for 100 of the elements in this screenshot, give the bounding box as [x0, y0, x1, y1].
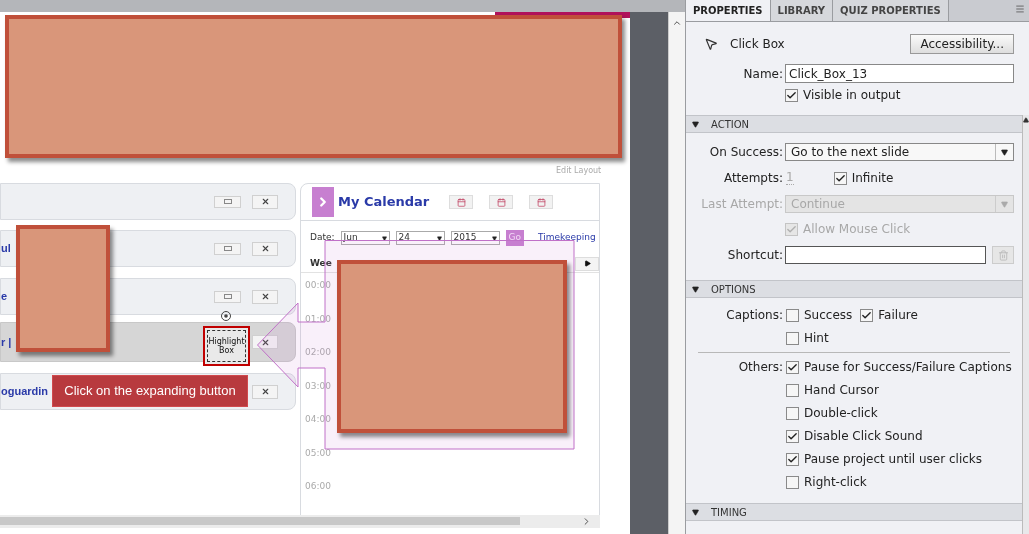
calendar-view-button[interactable] [489, 195, 514, 209]
check-icon [786, 223, 797, 235]
checkbox[interactable] [786, 429, 799, 443]
panel-tab[interactable]: QUIZ PROPERTIES [833, 0, 949, 21]
shortcut-label: Shortcut: [726, 247, 783, 264]
next-button[interactable] [575, 256, 599, 271]
checkbox[interactable] [786, 331, 799, 345]
scroll-up-icon[interactable] [1023, 117, 1029, 123]
play-arrow-icon [583, 260, 591, 267]
close-icon [260, 387, 270, 396]
trash-icon [997, 249, 1009, 261]
calendar-view-button[interactable] [529, 195, 554, 209]
checkbox[interactable] [860, 308, 874, 322]
menu-icon[interactable] [1015, 4, 1025, 14]
checkbox-label: Disable Click Sound [804, 428, 923, 445]
collapse-triangle-icon [692, 508, 699, 516]
section-title: TIMING [711, 505, 747, 520]
check-icon [787, 361, 798, 373]
time-label: 02:00 [305, 346, 332, 359]
section-header[interactable]: ACTION [686, 115, 1022, 133]
close-button[interactable] [252, 241, 278, 256]
dropdown-arrow-icon [1001, 148, 1008, 156]
collapse-triangle-icon [692, 120, 699, 128]
checkbox-label: Success [804, 307, 853, 324]
portlet-title: r | [1, 334, 12, 350]
panel-tab[interactable]: LIBRARY [770, 0, 834, 21]
captions-label: Captions: [725, 307, 783, 324]
highlight-box-label: Highlight Box [208, 337, 245, 355]
dropdown-arrow-icon [491, 235, 497, 241]
check-icon [787, 453, 798, 465]
date-select[interactable]: Jun [340, 231, 390, 245]
checkbox-label: Right-click [804, 474, 867, 491]
check-icon [861, 309, 873, 321]
checkbox[interactable] [786, 383, 799, 397]
click-box-icon [704, 37, 718, 51]
checkbox[interactable] [833, 171, 847, 185]
on-success-label: On Success: [708, 144, 783, 161]
caption-text: Click on the expanding button [64, 382, 236, 401]
date-label: Date: [310, 231, 335, 245]
close-button[interactable] [252, 289, 278, 304]
calendar-title: My Calendar [338, 193, 430, 212]
portlet-title: oguardin [1, 384, 49, 400]
section-header[interactable]: OPTIONS [686, 280, 1022, 298]
accessibility-button[interactable]: Accessibility... [910, 34, 1014, 54]
vertical-scrollbar[interactable] [1022, 115, 1029, 534]
checkbox[interactable] [786, 308, 799, 322]
checkbox-label: Pause for Success/Failure Captions [804, 359, 1012, 376]
checkbox-label: Infinite [851, 170, 894, 187]
section-title: ACTION [711, 117, 750, 132]
checkbox-label: Pause project until user clicks [804, 451, 983, 468]
section-header[interactable]: TIMING [686, 503, 1022, 521]
checkbox-label: Allow Mouse Click [803, 221, 911, 238]
window-icon [223, 294, 232, 299]
others-label: Others: [737, 359, 783, 376]
shortcut-field[interactable] [785, 246, 986, 264]
checkbox[interactable] [786, 406, 799, 420]
close-icon [260, 292, 270, 301]
checkbox-label: Hint [804, 330, 829, 347]
week-label: Wee [310, 256, 332, 270]
expand-chevron-button[interactable] [312, 187, 334, 217]
close-icon [260, 244, 270, 253]
close-button[interactable] [252, 335, 278, 349]
checkbox[interactable] [785, 88, 798, 102]
close-icon [260, 337, 270, 347]
minimize-button[interactable] [214, 195, 241, 208]
stage-scrollbar[interactable] [668, 12, 685, 534]
checkbox[interactable] [786, 475, 799, 489]
portlet-title: e [1, 289, 8, 305]
calendar-view-button[interactable] [449, 195, 474, 209]
checkbox-label: Failure [878, 307, 918, 324]
date-select[interactable]: 24 [395, 231, 445, 245]
close-button[interactable] [252, 384, 278, 399]
calendar-icon [456, 197, 466, 207]
name-label: Name: [742, 65, 783, 83]
timekeeping-link[interactable]: Timekeeping [538, 231, 596, 245]
minimize-button[interactable] [214, 290, 241, 303]
section-title: OPTIONS [711, 282, 756, 297]
name-field[interactable]: Click_Box_13 [785, 64, 1014, 83]
highlight-box[interactable]: Highlight Box [203, 326, 250, 366]
on-success-dropdown[interactable]: Go to the next slide [785, 143, 1014, 161]
panel-tab[interactable]: PROPERTIES [686, 0, 771, 21]
date-select[interactable]: 2015 [450, 231, 500, 245]
check-icon [787, 430, 798, 442]
checkbox[interactable] [786, 452, 799, 466]
checkbox-label: Visible in output [803, 87, 901, 104]
checkbox-label: Double-click [804, 405, 878, 422]
checkbox[interactable] [786, 360, 799, 374]
horizontal-scrollbar[interactable] [0, 515, 600, 528]
collapse-triangle-icon [692, 285, 699, 293]
dropdown-arrow-icon [436, 235, 442, 241]
dropdown-arrow-icon [381, 235, 387, 241]
calendar-icon [536, 197, 546, 207]
check-icon [834, 172, 846, 184]
rotate-handle-icon [219, 310, 233, 322]
object-type-label: Click Box [730, 36, 785, 53]
check-icon [786, 89, 797, 101]
close-button[interactable] [252, 194, 278, 209]
minimize-button[interactable] [214, 242, 241, 255]
checkbox-label: Hand Cursor [804, 382, 879, 399]
attempts-label: Attempts: [722, 170, 783, 187]
